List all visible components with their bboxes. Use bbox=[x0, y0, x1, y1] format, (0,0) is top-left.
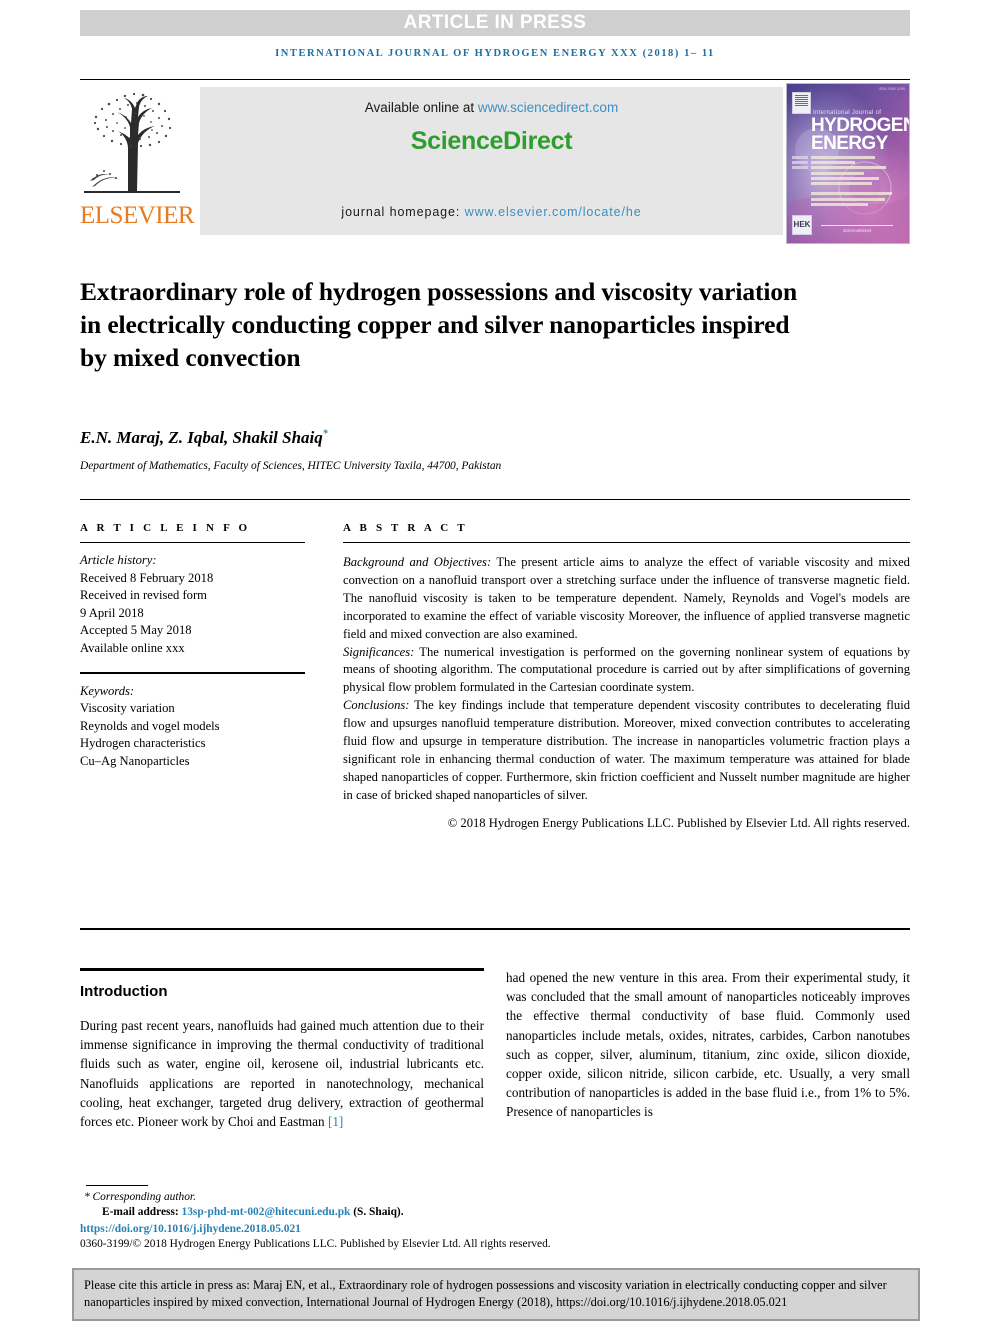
history-item: Received in revised form bbox=[80, 588, 207, 603]
corresponding-author-note: * Corresponding author. bbox=[84, 1191, 196, 1203]
history-item: Available online xxx bbox=[80, 640, 185, 655]
author-list: E.N. Maraj, Z. Iqbal, Shakil Shaiq* bbox=[80, 428, 328, 448]
page-title: Extraordinary role of hydrogen possessio… bbox=[80, 277, 798, 373]
keyword-item: Viscosity variation bbox=[80, 701, 175, 716]
cover-publisher-badge bbox=[792, 92, 811, 114]
journal-homepage-line: journal homepage: www.elsevier.com/locat… bbox=[200, 205, 783, 219]
info-block-top-rule bbox=[80, 499, 910, 500]
info-block-bottom-rule bbox=[80, 928, 910, 930]
corresponding-author-marker[interactable]: * bbox=[323, 428, 328, 439]
sciencedirect-panel: Available online at www.sciencedirect.co… bbox=[200, 87, 783, 235]
abstract-background-label: Background and Objectives: bbox=[343, 555, 492, 569]
cover-badge-lines bbox=[795, 95, 808, 106]
body-column-right: had opened the new venture in this area.… bbox=[506, 968, 910, 1122]
abstract-paragraph-significances: Significances: The numerical investigati… bbox=[343, 644, 910, 698]
masthead-top-rule bbox=[80, 79, 910, 80]
article-page: ARTICLE IN PRESS INTERNATIONAL JOURNAL O… bbox=[0, 0, 992, 1323]
article-info-column: A R T I C L E I N F O Article history: R… bbox=[80, 522, 305, 771]
keyword-item: Reynolds and vogel models bbox=[80, 718, 220, 733]
history-item: Received 8 February 2018 bbox=[80, 570, 214, 585]
history-item: Accepted 5 May 2018 bbox=[80, 623, 192, 638]
journal-homepage-link[interactable]: www.elsevier.com/locate/he bbox=[465, 205, 642, 219]
introduction-heading: Introduction bbox=[80, 983, 168, 1000]
keywords-block: Keywords: Viscosity variation Reynolds a… bbox=[80, 683, 305, 771]
elsevier-tree-icon bbox=[82, 87, 182, 197]
abstract-significances-label: Significances: bbox=[343, 644, 415, 659]
available-online-prefix: Available online at bbox=[364, 100, 478, 115]
cover-sciencedirect-note: ScienceDirect bbox=[821, 225, 893, 233]
introduction-text-left: During past recent years, nanofluids had… bbox=[80, 1018, 484, 1130]
author-names: E.N. Maraj, Z. Iqbal, Shakil Shaiq bbox=[80, 428, 323, 447]
article-info-heading: A R T I C L E I N F O bbox=[80, 522, 251, 534]
elsevier-logo: ELSEVIER bbox=[80, 85, 195, 237]
abstract-significances-text: The numerical investigation is performed… bbox=[343, 644, 910, 695]
email-label: E-mail address: bbox=[102, 1206, 182, 1219]
doi-link[interactable]: https://doi.org/10.1016/j.ijhydene.2018.… bbox=[80, 1222, 510, 1237]
cover-editor-names bbox=[811, 156, 903, 208]
available-online-line: Available online at www.sciencedirect.co… bbox=[200, 100, 783, 115]
cover-title-energy: ENERGY bbox=[811, 133, 888, 154]
keyword-item: Cu–Ag Nanoparticles bbox=[80, 753, 190, 768]
keyword-item: Hydrogen characteristics bbox=[80, 736, 206, 751]
sciencedirect-word-direct: Direct bbox=[503, 127, 573, 155]
article-history-label: Article history: bbox=[80, 553, 157, 567]
journal-reference-line: INTERNATIONAL JOURNAL OF HYDROGEN ENERGY… bbox=[275, 48, 715, 59]
citation-reference-1[interactable]: [1] bbox=[328, 1114, 343, 1129]
abstract-rule bbox=[343, 542, 910, 543]
footnote-block: * Corresponding author. E-mail address: … bbox=[80, 1190, 510, 1237]
abstract-paragraph-background: Background and Objectives: The present a… bbox=[343, 554, 910, 644]
elsevier-wordmark: ELSEVIER bbox=[80, 202, 195, 229]
abstract-column: A B S T R A C T Background and Objective… bbox=[343, 522, 910, 833]
sciencedirect-url-link[interactable]: www.sciencedirect.com bbox=[478, 100, 618, 115]
cover-hek-logo: HEK bbox=[792, 215, 812, 235]
introduction-rule bbox=[80, 968, 484, 971]
abstract-paragraph-conclusions: Conclusions: The key findings include th… bbox=[343, 697, 910, 804]
article-history: Article history: Received 8 February 201… bbox=[80, 552, 305, 658]
sciencedirect-word-science: Science bbox=[410, 127, 504, 155]
abstract-conclusions-text: The key findings include that temperatur… bbox=[343, 698, 910, 802]
sciencedirect-wordmark[interactable]: ScienceDirect bbox=[200, 127, 783, 156]
introduction-paragraph-right: had opened the new venture in this area.… bbox=[506, 970, 910, 1120]
cover-editor-labels bbox=[792, 156, 808, 172]
abstract-heading: A B S T R A C T bbox=[343, 522, 468, 534]
article-info-rule bbox=[80, 542, 305, 543]
footnote-separator-rule bbox=[86, 1185, 148, 1186]
keywords-label: Keywords: bbox=[80, 683, 135, 698]
cover-issn-label: ISSN 0360-3199 bbox=[878, 87, 905, 91]
keywords-rule bbox=[80, 671, 305, 674]
abstract-body: Background and Objectives: The present a… bbox=[343, 554, 910, 833]
email-line: E-mail address: 13sp-phd-mt-002@hitecuni… bbox=[80, 1205, 510, 1220]
body-column-left: Introduction During past recent years, n… bbox=[80, 968, 484, 1131]
cite-this-article-box: Please cite this article in press as: Ma… bbox=[72, 1268, 920, 1321]
abstract-copyright: © 2018 Hydrogen Energy Publications LLC.… bbox=[447, 815, 910, 830]
email-suffix: (S. Shaiq). bbox=[350, 1206, 404, 1219]
issn-copyright-line: 0360-3199/© 2018 Hydrogen Energy Publica… bbox=[80, 1238, 551, 1250]
introduction-paragraph-left: During past recent years, nanofluids had… bbox=[80, 1016, 484, 1131]
affiliation: Department of Mathematics, Faculty of Sc… bbox=[80, 460, 502, 472]
email-link[interactable]: 13sp-phd-mt-002@hitecuni.edu.pk bbox=[182, 1206, 351, 1218]
article-in-press-banner: ARTICLE IN PRESS bbox=[80, 10, 910, 36]
masthead: ELSEVIER Available online at www.science… bbox=[80, 83, 910, 244]
history-item: 9 April 2018 bbox=[80, 605, 144, 620]
abstract-conclusions-label: Conclusions: bbox=[343, 698, 410, 713]
journal-cover-thumbnail: ISSN 0360-3199 International Journal of … bbox=[786, 83, 910, 244]
journal-homepage-label: journal homepage: bbox=[341, 205, 465, 219]
